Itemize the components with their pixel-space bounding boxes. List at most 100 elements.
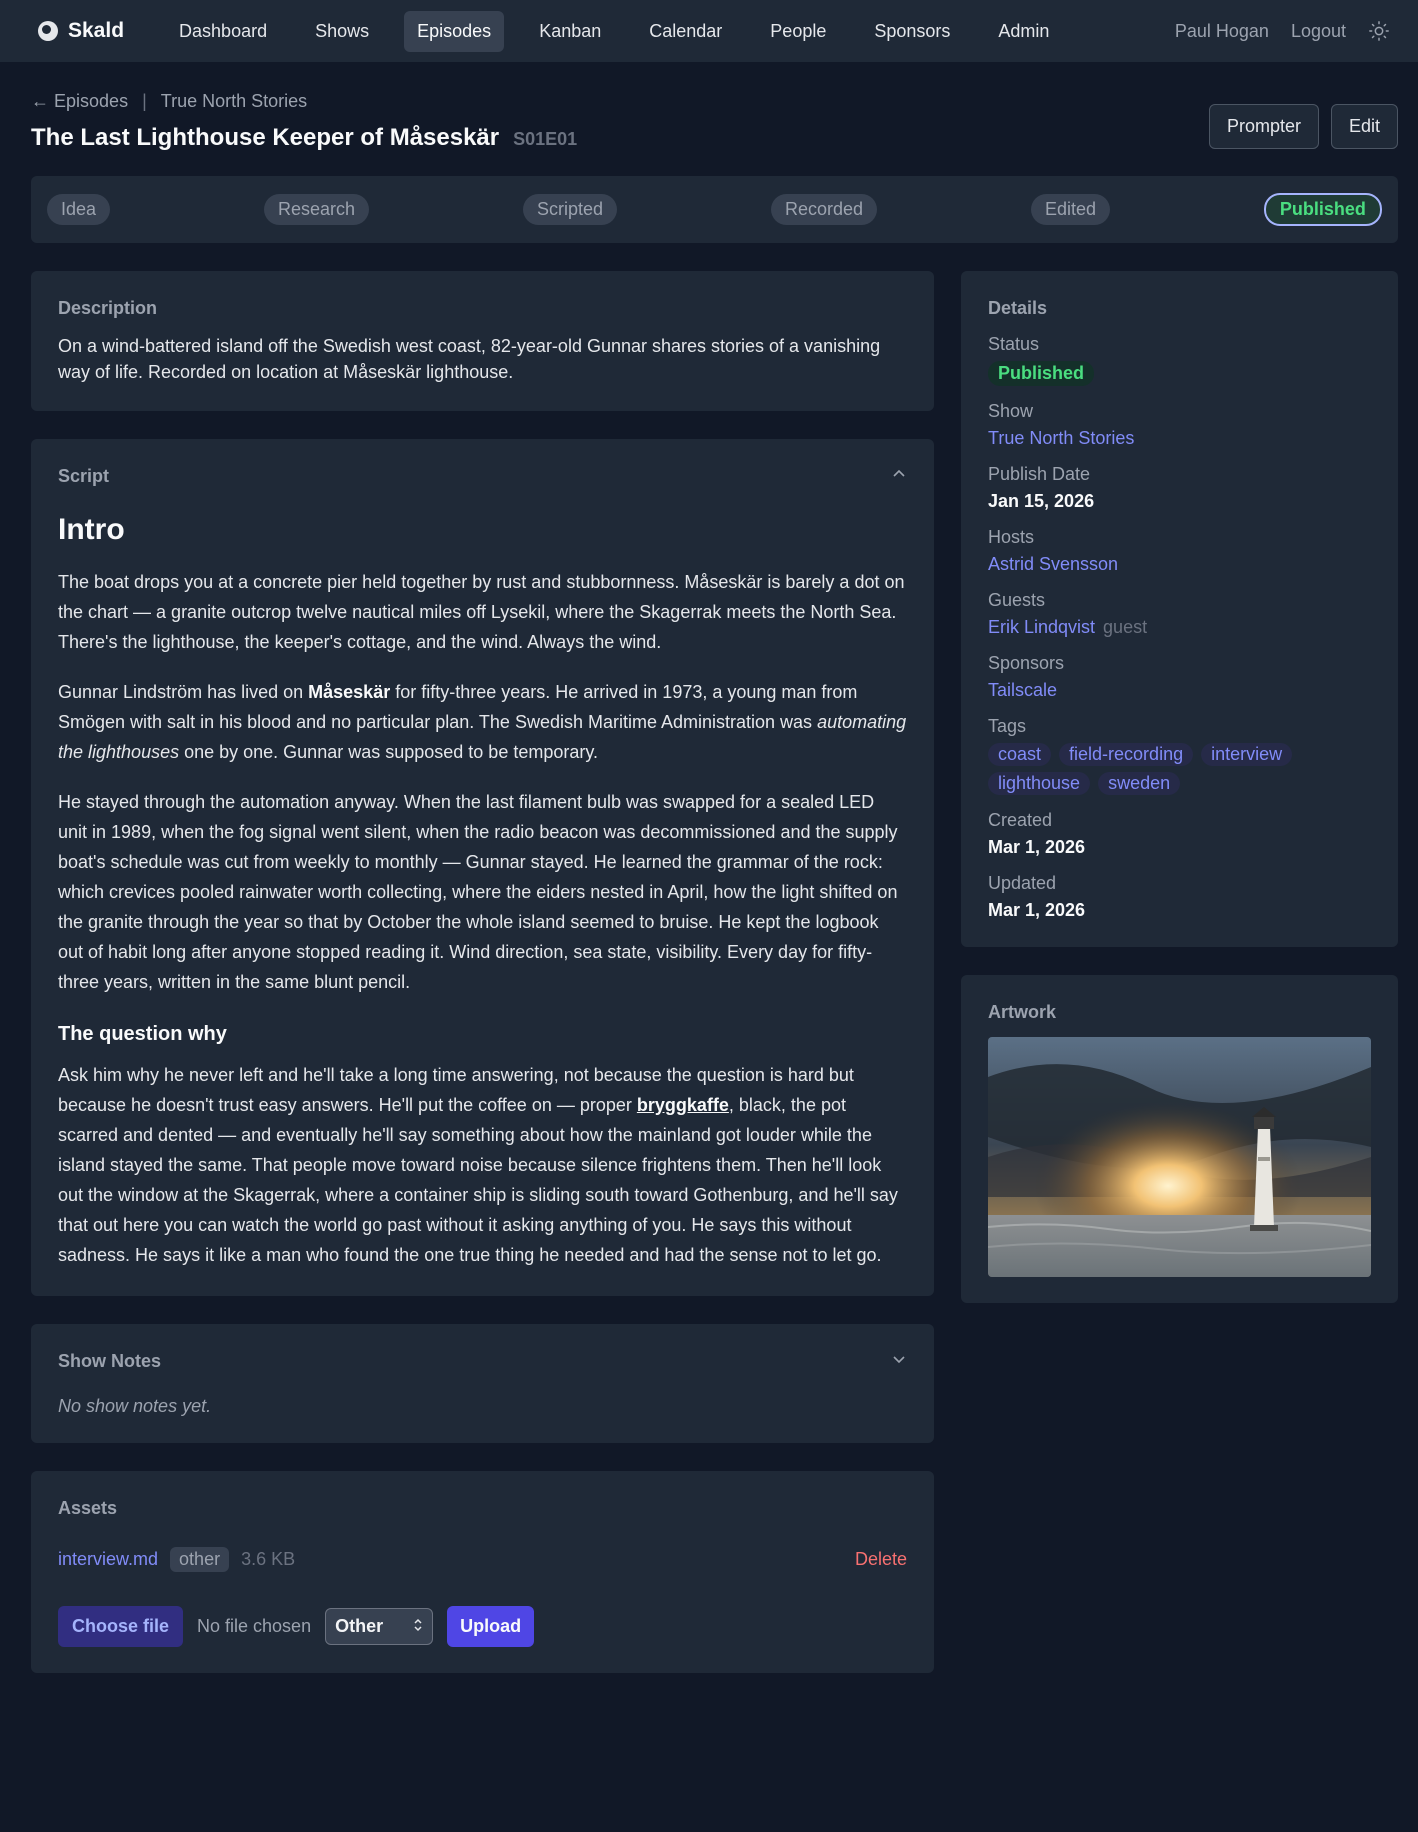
- script-link-bryggkaffe[interactable]: bryggkaffe: [637, 1095, 729, 1115]
- episode-header: ← Episodes | True North Stories The Last…: [31, 63, 1398, 152]
- logout-link[interactable]: Logout: [1291, 21, 1346, 42]
- status-badge: Published: [988, 361, 1095, 386]
- hosts-label: Hosts: [988, 527, 1035, 547]
- created-label: Created: [988, 810, 1053, 830]
- brand-name: Skald: [68, 19, 125, 42]
- user-name[interactable]: Paul Hogan: [1175, 21, 1269, 42]
- show-notes-card: Show Notes No show notes yet.: [31, 1324, 934, 1443]
- host-link[interactable]: Astrid Svensson: [988, 554, 1371, 575]
- arrow-left-icon: ←: [31, 91, 49, 111]
- skald-logo-icon: [38, 21, 58, 41]
- chevron-down-icon[interactable]: [891, 1351, 907, 1372]
- created-value: Mar 1, 2026: [988, 837, 1086, 857]
- details-card: Details Status Published Show True North…: [961, 271, 1398, 947]
- nav-calendar[interactable]: Calendar: [636, 11, 735, 52]
- sponsor-link[interactable]: Tailscale: [988, 680, 1371, 701]
- artwork-card: Artwork: [961, 975, 1398, 1303]
- tag-interview[interactable]: interview: [1201, 743, 1293, 766]
- tag-sweden[interactable]: sweden: [1098, 772, 1181, 795]
- assets-label: Assets: [58, 1498, 118, 1518]
- guest-link[interactable]: Erik Lindqvist: [988, 617, 1095, 637]
- sun-icon[interactable]: [1368, 20, 1390, 42]
- asset-type-select[interactable]: Other: [325, 1608, 434, 1645]
- select-updown-icon: [413, 1616, 423, 1637]
- asset-size: 3.6 KB: [241, 1549, 296, 1569]
- show-link[interactable]: True North Stories: [988, 428, 1371, 449]
- stage-edited[interactable]: Edited: [1030, 194, 1110, 225]
- top-nav: Skald Dashboard Shows Episodes Kanban Ca…: [0, 0, 1418, 63]
- tag-list: coast field-recording interview lighthou…: [988, 743, 1371, 795]
- nav-episodes[interactable]: Episodes: [404, 10, 505, 52]
- asset-delete-button[interactable]: Delete: [855, 1549, 907, 1570]
- brand[interactable]: Skald: [38, 19, 124, 43]
- artwork-image: [988, 1037, 1371, 1277]
- publish-date-value: Jan 15, 2026: [988, 491, 1095, 511]
- tag-coast[interactable]: coast: [988, 743, 1052, 766]
- stage-recorded[interactable]: Recorded: [770, 194, 877, 225]
- nav-admin[interactable]: Admin: [985, 11, 1062, 52]
- nav-sponsors[interactable]: Sponsors: [861, 11, 963, 52]
- asset-type-value: Other: [335, 1616, 384, 1636]
- script-text: , black, the pot scarred and dented — an…: [58, 1095, 898, 1265]
- edit-button[interactable]: Edit: [1330, 104, 1398, 149]
- upload-button[interactable]: Upload: [447, 1606, 535, 1647]
- nav-people[interactable]: People: [757, 11, 839, 52]
- breadcrumb-back[interactable]: ← Episodes: [31, 91, 128, 112]
- show-notes-empty: No show notes yet.: [58, 1396, 212, 1416]
- page: ← Episodes | True North Stories The Last…: [0, 63, 1418, 1673]
- status-pipeline: Idea Research Scripted Recorded Edited P…: [31, 176, 1398, 243]
- stage-research[interactable]: Research: [263, 194, 370, 225]
- details-label: Details: [988, 298, 1048, 318]
- description-label: Description: [58, 298, 158, 318]
- script-text: Gunnar Lindström has lived on: [58, 682, 309, 702]
- description-card: Description On a wind-battered island of…: [31, 271, 934, 411]
- breadcrumb: ← Episodes | True North Stories: [31, 91, 577, 112]
- script-paragraph: Gunnar Lindström has lived on Måseskär f…: [58, 677, 907, 767]
- script-card: Script Intro The boat drops you at a con…: [31, 439, 934, 1296]
- tags-label: Tags: [988, 716, 1027, 736]
- description-text: On a wind-battered island off the Swedis…: [58, 336, 881, 382]
- upload-row: Choose file No file chosen Other Upload: [58, 1606, 907, 1647]
- script-text: one by one. Gunnar was supposed to be te…: [179, 742, 599, 762]
- nav-right: Paul Hogan Logout: [1175, 20, 1390, 42]
- asset-type-badge: other: [170, 1547, 230, 1572]
- breadcrumb-episodes[interactable]: Episodes: [54, 91, 128, 111]
- script-label: Script: [58, 466, 110, 486]
- asset-row: interview.md other 3.6 KB Delete: [58, 1547, 907, 1572]
- script-heading-question: The question why: [58, 1023, 227, 1045]
- script-heading-intro: Intro: [58, 513, 125, 546]
- artwork-label: Artwork: [988, 1002, 1057, 1022]
- tag-field-recording[interactable]: field-recording: [1059, 743, 1194, 766]
- no-file-chosen: No file chosen: [197, 1616, 312, 1636]
- status-label: Status: [988, 334, 1040, 354]
- script-bold-text: Måseskär: [308, 682, 391, 702]
- stage-scripted[interactable]: Scripted: [522, 194, 618, 225]
- script-paragraph: Ask him why he never left and he'll take…: [58, 1060, 907, 1270]
- show-notes-label: Show Notes: [58, 1351, 162, 1371]
- breadcrumb-separator: |: [142, 91, 147, 111]
- asset-name-link[interactable]: interview.md: [58, 1549, 158, 1570]
- sponsors-label: Sponsors: [988, 653, 1065, 673]
- tag-lighthouse[interactable]: lighthouse: [988, 772, 1091, 795]
- publish-date-label: Publish Date: [988, 464, 1091, 484]
- chevron-up-icon[interactable]: [891, 466, 907, 487]
- nav-shows[interactable]: Shows: [302, 11, 382, 52]
- breadcrumb-show[interactable]: True North Stories: [161, 91, 307, 112]
- choose-file-button[interactable]: Choose file: [58, 1606, 184, 1647]
- nav-links: Dashboard Shows Episodes Kanban Calendar…: [166, 10, 1080, 52]
- stage-published[interactable]: Published: [1263, 193, 1382, 226]
- script-paragraph: He stayed through the automation anyway.…: [58, 792, 898, 992]
- show-label: Show: [988, 401, 1034, 421]
- updated-value: Mar 1, 2026: [988, 900, 1086, 920]
- script-paragraph: The boat drops you at a concrete pier he…: [58, 572, 905, 652]
- episode-code: S01E01: [513, 129, 578, 149]
- updated-label: Updated: [988, 873, 1057, 893]
- assets-card: Assets interview.md other 3.6 KB Delete …: [31, 1471, 934, 1673]
- page-title: The Last Lighthouse Keeper of Måseskär: [31, 124, 500, 151]
- guests-label: Guests: [988, 590, 1046, 610]
- nav-kanban[interactable]: Kanban: [526, 11, 614, 52]
- prompter-button[interactable]: Prompter: [1208, 104, 1319, 149]
- guest-role: guest: [1103, 617, 1148, 637]
- stage-idea[interactable]: Idea: [47, 194, 111, 225]
- nav-dashboard[interactable]: Dashboard: [166, 11, 280, 52]
